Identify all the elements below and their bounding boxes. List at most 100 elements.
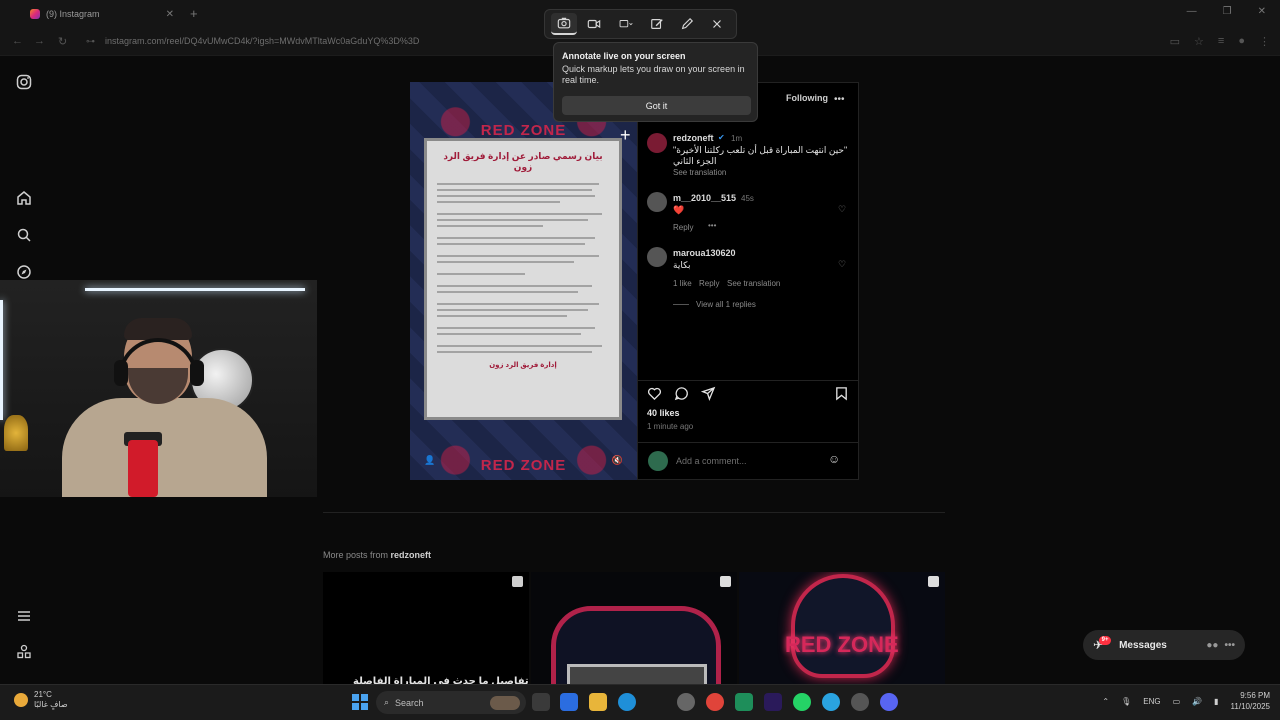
taskbar-search[interactable]: ⌕ Search (376, 691, 526, 714)
profile-icon[interactable]: ● (1238, 35, 1245, 48)
screenshot-mode-icon[interactable] (551, 13, 577, 35)
language-indicator[interactable]: ENG (1143, 697, 1160, 706)
comment-like-icon[interactable]: ♡ (838, 204, 846, 215)
see-translation-link[interactable]: See translation (727, 279, 780, 288)
cast-icon[interactable]: ▭ (1170, 35, 1180, 48)
copilot-icon[interactable] (560, 693, 578, 711)
telegram-icon[interactable] (822, 693, 840, 711)
streamer (62, 318, 267, 497)
messages-label: Messages (1119, 639, 1167, 651)
view-replies-link[interactable]: View all 1 replies (696, 300, 756, 309)
more-posts-user[interactable]: redzoneft (391, 550, 432, 560)
reply-link[interactable]: Reply (673, 223, 693, 232)
comment-like-count[interactable]: 1 like (673, 279, 692, 288)
site-info-icon[interactable]: ⊶ (86, 36, 95, 47)
section-divider (323, 512, 945, 513)
search-icon[interactable] (16, 227, 32, 243)
text-line (437, 303, 599, 305)
tab-close-icon[interactable]: ✕ (166, 9, 174, 20)
text-line (437, 183, 599, 185)
app-icon[interactable] (735, 693, 753, 711)
video-record-icon[interactable] (581, 13, 607, 35)
text-line (437, 201, 561, 203)
microphone (128, 440, 158, 497)
app-icon[interactable] (677, 693, 695, 711)
comment-text: بكاية (673, 260, 691, 270)
forward-icon[interactable]: → (34, 35, 45, 47)
weather-widget[interactable]: 21°C صافٍ غالبًا (14, 690, 68, 710)
close-snip-icon[interactable] (704, 13, 730, 35)
discord-icon[interactable] (880, 693, 898, 711)
likes-count[interactable]: 40 likes (647, 408, 680, 418)
app-icon[interactable] (851, 693, 869, 711)
got-it-button[interactable]: Got it (562, 96, 751, 115)
official-statement-document: بيان رسمي صادر عن إدارة فريق الرد زون إد… (424, 138, 622, 420)
add-comment-input[interactable]: Add a comment... (676, 456, 747, 466)
file-explorer-icon[interactable] (589, 693, 607, 711)
pen-icon[interactable] (674, 13, 700, 35)
premiere-icon[interactable] (764, 693, 782, 711)
reload-icon[interactable]: ↻ (58, 35, 67, 48)
task-view-icon[interactable] (532, 693, 550, 711)
chrome-icon[interactable] (706, 693, 724, 711)
crosshair-cursor-icon: + (620, 125, 631, 145)
post-thumbnail[interactable]: RED ZONE (739, 572, 945, 684)
tray-overflow-icon[interactable]: ⌃ (1102, 697, 1109, 706)
new-tab-icon[interactable]: + (190, 6, 198, 21)
menu-icon[interactable]: ⋮ (1259, 35, 1270, 48)
close-window-icon[interactable]: ✕ (1258, 6, 1266, 17)
instagram-logo-icon[interactable] (16, 74, 32, 90)
text-line (437, 309, 589, 311)
url-text[interactable]: instagram.com/reel/DQ4vUMwCD4k/?igsh=MWd… (105, 36, 419, 46)
share-icon[interactable] (700, 386, 716, 406)
home-icon[interactable] (16, 190, 32, 206)
following-button[interactable]: Following (786, 93, 828, 103)
see-translation-link[interactable]: See translation (673, 168, 726, 177)
like-icon[interactable] (647, 386, 662, 406)
minimize-icon[interactable]: — (1187, 6, 1197, 17)
clock[interactable]: 9:56 PM 11/10/2025 (1231, 690, 1270, 712)
edge-icon[interactable] (618, 693, 636, 711)
whatsapp-icon[interactable] (793, 693, 811, 711)
also-from-meta-icon[interactable] (16, 644, 32, 660)
comment-username[interactable]: m__2010__515 (673, 193, 736, 203)
comment-username[interactable]: maroua130620 (673, 248, 736, 258)
start-button-icon[interactable] (352, 694, 368, 710)
text-line (437, 285, 592, 287)
reel-video[interactable]: RED ZONE بيان رسمي صادر عن إدارة فريق ال… (410, 82, 637, 480)
author-username[interactable]: redzoneft (673, 133, 714, 143)
browser-tab[interactable]: (9) Instagram ✕ (22, 3, 182, 25)
author-avatar[interactable] (647, 133, 667, 153)
network-icon[interactable]: ▭ (1173, 697, 1181, 706)
post-thumbnail[interactable] (323, 572, 529, 684)
more-posts-heading: More posts from redzoneft (323, 550, 431, 560)
emoji-icon[interactable]: ☺ (828, 452, 840, 466)
mute-icon[interactable]: 🔇 (612, 455, 623, 466)
tagged-people-icon[interactable]: 👤 (424, 455, 435, 466)
markup-icon[interactable] (644, 13, 670, 35)
comment-icon[interactable] (674, 386, 689, 406)
post-thumbnail[interactable] (531, 572, 737, 684)
comment-options-icon[interactable]: ••• (708, 221, 716, 230)
save-bookmark-icon[interactable] (834, 386, 849, 406)
more-menu-icon[interactable] (16, 608, 32, 624)
more-posts-label: More posts from (323, 550, 389, 560)
mic-tray-icon[interactable]: 🎙 (1121, 697, 1131, 706)
back-icon[interactable]: ← (12, 35, 23, 47)
headset-ear-left (114, 360, 128, 386)
volume-icon[interactable]: 🔊 (1192, 697, 1202, 706)
comment-like-icon[interactable]: ♡ (838, 259, 846, 270)
reply-link[interactable]: Reply (699, 279, 719, 288)
text-line (437, 327, 596, 329)
commenter-avatar[interactable] (647, 247, 667, 267)
messages-pill[interactable]: ✈ 9+ Messages ●● ••• (1083, 630, 1245, 660)
snip-shape-dropdown-icon[interactable] (611, 13, 641, 35)
extensions-icon[interactable]: ≡ (1218, 35, 1224, 48)
messages-more-icon[interactable]: ••• (1224, 640, 1235, 651)
post-options-icon[interactable]: ••• (834, 94, 845, 105)
battery-icon[interactable]: ▮ (1214, 697, 1218, 706)
maximize-icon[interactable]: ❐ (1223, 6, 1232, 17)
explore-icon[interactable] (16, 264, 32, 280)
commenter-avatar[interactable] (647, 192, 667, 212)
bookmark-star-icon[interactable]: ☆ (1194, 35, 1204, 48)
